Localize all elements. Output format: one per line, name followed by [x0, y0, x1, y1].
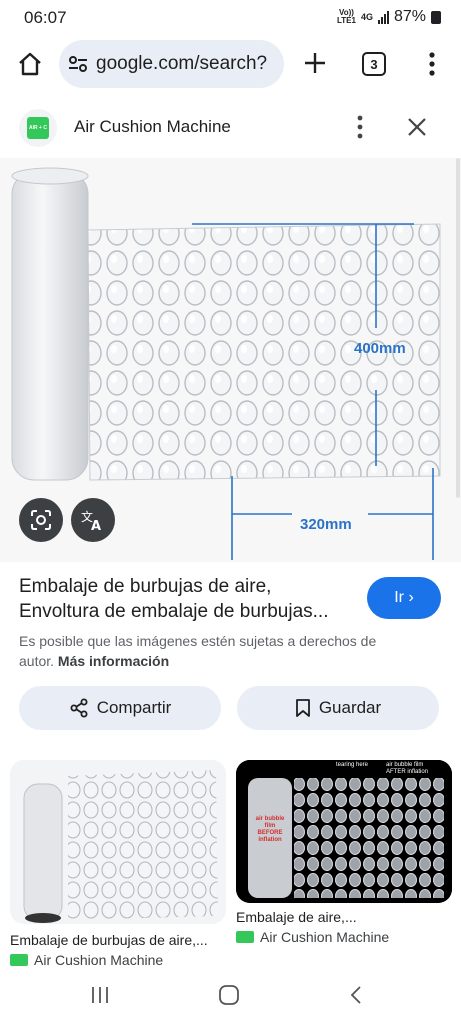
share-icon	[70, 698, 88, 718]
copyright-notice: Es posible que las imágenes estén sujeta…	[19, 633, 377, 669]
tearing-label: tearing here	[336, 762, 369, 768]
source-favicon[interactable]: AIR + C	[19, 109, 57, 147]
status-icons: Vo)) LTE1 4G 87%	[337, 8, 441, 26]
close-icon[interactable]	[405, 115, 429, 139]
related-title[interactable]: Embalaje de burbujas de aire,...	[10, 932, 226, 948]
tab-switcher-button[interactable]: 3	[362, 52, 386, 76]
favicon-icon	[10, 954, 28, 966]
volte-indicator: Vo)) LTE1	[336, 8, 356, 25]
image-viewer-sheet: AIR + C Air Cushion Machine 400mm 320mm …	[0, 96, 461, 1024]
signal-icon	[377, 10, 389, 24]
lens-icon	[31, 510, 51, 530]
main-product-image[interactable]: 400mm 320mm	[0, 158, 461, 562]
related-thumbnail[interactable]	[10, 760, 226, 924]
url-text: google.com/search?	[96, 53, 268, 74]
recents-icon[interactable]	[90, 985, 110, 1005]
related-result[interactable]: Embalaje de burbujas de aire,... Air Cus…	[10, 760, 226, 968]
site-settings-icon[interactable]	[67, 53, 89, 75]
battery-icon	[431, 10, 441, 24]
browser-toolbar: google.com/search? 3	[0, 36, 461, 92]
image-title[interactable]: Embalaje de burbujas de aire, Envoltura …	[19, 574, 349, 624]
share-label: Compartir	[96, 698, 172, 717]
back-icon[interactable]	[348, 984, 364, 1006]
after-label: air bubble film AFTER inflation	[386, 762, 429, 775]
favicon-icon	[236, 931, 254, 943]
translate-icon: 文 A	[81, 509, 101, 532]
more-options-icon[interactable]	[353, 114, 367, 140]
bookmark-icon	[295, 699, 310, 717]
save-button[interactable]: Guardar	[237, 686, 439, 730]
svg-text:A: A	[91, 519, 101, 532]
home-nav-icon[interactable]	[218, 984, 240, 1006]
translate-button[interactable]: 文 A	[71, 498, 115, 542]
save-label: Guardar	[318, 698, 382, 717]
bubble-roll-thumbnail	[23, 770, 218, 923]
width-dimension-label: 320mm	[300, 516, 352, 533]
height-dimension-label: 400mm	[354, 340, 406, 357]
share-button[interactable]: Compartir	[19, 686, 221, 730]
status-bar: 06:07 Vo)) LTE1 4G 87%	[0, 0, 461, 36]
address-bar[interactable]: google.com/search?	[59, 40, 284, 88]
related-result[interactable]: tearing here air bubble film AFTER infla…	[236, 760, 452, 945]
image-scroll-indicator	[456, 158, 460, 498]
more-vert-icon[interactable]	[424, 50, 440, 78]
network-type: 4G	[360, 11, 373, 22]
lens-search-button[interactable]	[19, 498, 63, 542]
favicon-icon: AIR + C	[27, 117, 49, 139]
before-label: air bubble film BEFORE inflation	[255, 816, 285, 843]
home-icon[interactable]	[16, 50, 44, 78]
battery-percent: 87%	[393, 8, 426, 25]
source-name[interactable]: Air Cushion Machine	[74, 117, 231, 137]
related-source: Air Cushion Machine	[236, 929, 452, 945]
new-tab-icon[interactable]	[302, 50, 328, 76]
source-header: AIR + C Air Cushion Machine	[0, 96, 461, 158]
related-title[interactable]: Embalaje de aire,...	[236, 909, 452, 925]
visit-button[interactable]: Ir ›	[367, 577, 441, 619]
status-time: 06:07	[24, 8, 67, 27]
bubble-wrap-illustration	[0, 158, 461, 562]
related-thumbnail[interactable]: tearing here air bubble film AFTER infla…	[236, 760, 452, 903]
related-source: Air Cushion Machine	[10, 952, 226, 968]
more-info-link[interactable]: Más información	[58, 653, 169, 669]
system-nav-bar	[0, 970, 461, 1024]
